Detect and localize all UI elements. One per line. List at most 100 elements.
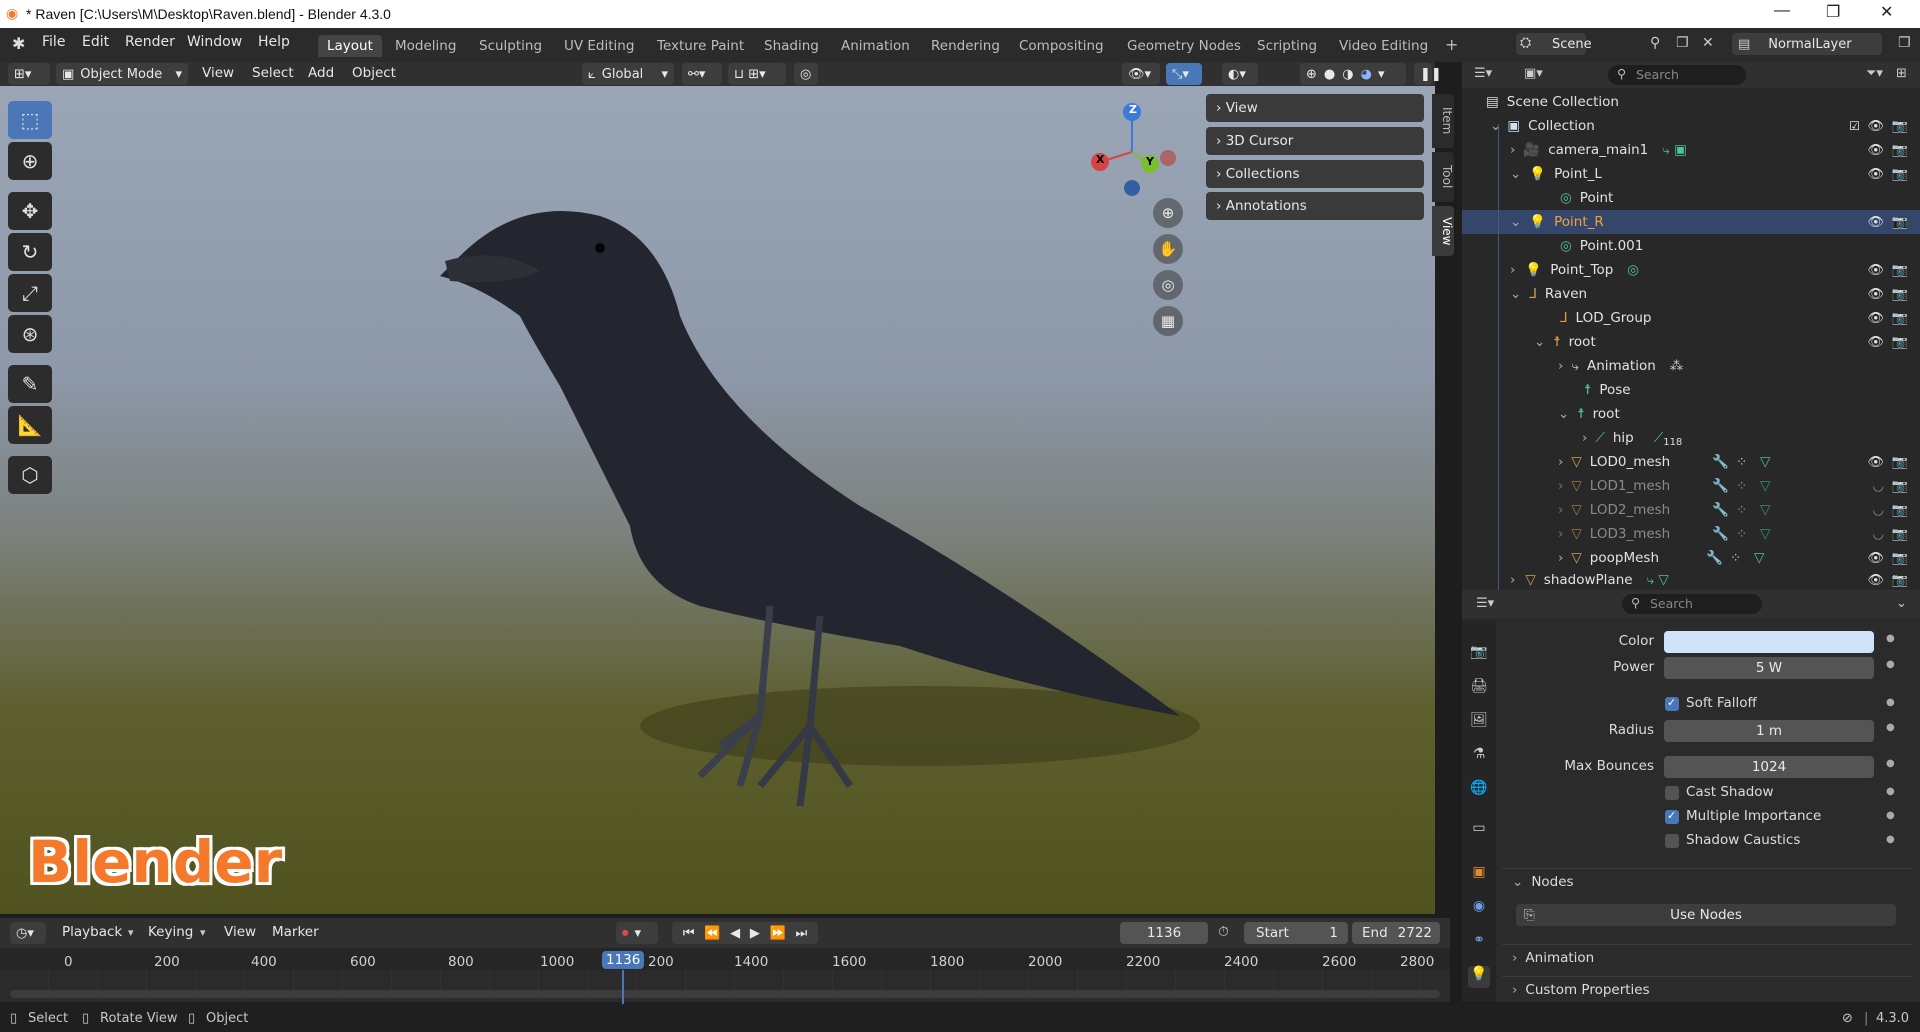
constraint-properties-icon[interactable]: ⚭: [1468, 932, 1490, 954]
add-workspace-button[interactable]: +: [1436, 32, 1467, 54]
properties-search-input[interactable]: ⚲ Search: [1622, 594, 1762, 614]
tab-layout[interactable]: Layout: [318, 35, 382, 57]
new-scene-icon[interactable]: ❐: [1676, 35, 1689, 51]
outliner-row-shadowplane[interactable]: › ▽ shadowPlane ⤷ ▽ 👁 📷: [1462, 570, 1920, 590]
eye-icon[interactable]: 👁: [1867, 455, 1884, 470]
keyframe-dot-icon[interactable]: ●: [1886, 697, 1895, 708]
auto-keying-button[interactable]: ⏺ ▾: [616, 922, 658, 944]
outliner-row-lod0[interactable]: › ▽ LOD0_mesh 🔧 ⁘ ▽ 👁 📷: [1462, 450, 1920, 474]
shadow-caustics-checkbox[interactable]: [1665, 834, 1679, 848]
scale-tool[interactable]: ⤢: [8, 274, 52, 312]
outliner-row-animation[interactable]: › ⤷ Animation ⁂: [1462, 354, 1920, 378]
keyframe-dot-icon[interactable]: ●: [1886, 633, 1895, 644]
eye-closed-icon[interactable]: ◡: [1873, 503, 1884, 518]
delete-scene-icon[interactable]: ✕: [1702, 35, 1714, 51]
visibility-button[interactable]: 👁▾: [1122, 63, 1160, 85]
keyframe-dot-icon[interactable]: ●: [1886, 659, 1895, 670]
view-layer-properties-icon[interactable]: 🖼: [1468, 712, 1490, 734]
nodes-panel-header[interactable]: ⌄ Nodes: [1502, 868, 1912, 894]
render-camera-icon[interactable]: 📷: [1892, 455, 1908, 470]
current-frame-field[interactable]: 1136: [1120, 922, 1208, 944]
stopwatch-icon[interactable]: ⏱: [1218, 924, 1229, 940]
playback-menu[interactable]: Playback: [62, 924, 122, 940]
tab-rendering[interactable]: Rendering: [922, 35, 1009, 57]
radius-field[interactable]: 1 m: [1664, 720, 1874, 742]
menu-add[interactable]: Add: [308, 65, 334, 81]
outliner-row-lod-group[interactable]: ⅃ LOD_Group 👁 📷: [1462, 306, 1920, 330]
outliner-row-lod1[interactable]: › ▽ LOD1_mesh 🔧 ⁘ ▽ ◡ 📷: [1462, 474, 1920, 498]
render-camera-off-icon[interactable]: 📷: [1892, 527, 1908, 542]
tab-shading[interactable]: Shading: [755, 35, 828, 57]
tab-texture-paint[interactable]: Texture Paint: [648, 35, 753, 57]
outliner-row-hip[interactable]: › ⟋ hip ⟋ 118: [1462, 426, 1920, 450]
outliner-row-poopmesh[interactable]: › ▽ poopMesh 🔧 ⁘ ▽ 👁 📷: [1462, 546, 1920, 570]
pivot-point-button[interactable]: ⚯▾: [682, 63, 722, 85]
keyframe-dot-icon[interactable]: ●: [1886, 810, 1895, 821]
soft-falloff-checkbox[interactable]: [1665, 696, 1679, 711]
jump-start-icon[interactable]: ⏮: [683, 926, 695, 941]
object-properties-icon[interactable]: ▣: [1468, 864, 1490, 886]
render-camera-icon[interactable]: 📷: [1892, 551, 1908, 566]
move-tool[interactable]: ✥: [8, 192, 52, 230]
output-properties-icon[interactable]: 🖨: [1468, 678, 1490, 700]
marker-menu[interactable]: Marker: [272, 924, 319, 940]
eye-closed-icon[interactable]: ◡: [1873, 479, 1884, 494]
outliner-row-collection[interactable]: ⌄ ▣ Collection ☑ 👁 📷: [1462, 114, 1920, 138]
render-camera-off-icon[interactable]: 📷: [1892, 503, 1908, 518]
annotate-tool[interactable]: ✎: [8, 365, 52, 403]
new-view-layer-icon[interactable]: ❐: [1898, 35, 1911, 51]
keying-menu[interactable]: Keying: [148, 924, 193, 940]
blender-menu-icon[interactable]: ✱: [12, 34, 25, 53]
rotate-tool[interactable]: ↻: [8, 233, 52, 271]
eye-icon[interactable]: 👁: [1867, 215, 1884, 230]
npanel-annotations[interactable]: › Annotations: [1206, 192, 1424, 220]
render-properties-icon[interactable]: 📷: [1468, 644, 1490, 666]
power-field[interactable]: 5 W: [1664, 657, 1874, 679]
proportional-edit-button[interactable]: ◎: [794, 63, 818, 85]
properties-editor-icon[interactable]: ☰▾: [1476, 596, 1494, 611]
eye-icon[interactable]: 👁: [1867, 551, 1884, 566]
npanel-view[interactable]: › View: [1206, 94, 1424, 122]
solid-shading-icon[interactable]: ●: [1324, 67, 1335, 82]
tab-video-editing[interactable]: Video Editing: [1330, 35, 1437, 57]
outliner-row-camera[interactable]: › 🎥 camera_main1 ⤷ ▣ 👁 📷: [1462, 138, 1920, 162]
render-camera-icon[interactable]: 📷: [1892, 287, 1908, 302]
transform-tool[interactable]: ⊛: [8, 315, 52, 353]
add-cube-tool[interactable]: ⬡: [8, 456, 52, 494]
wireframe-shading-icon[interactable]: ⊕: [1306, 67, 1317, 82]
jump-end-icon[interactable]: ⏭: [795, 926, 807, 941]
filter-icon[interactable]: ⏷▾: [1866, 66, 1883, 81]
collection-properties-icon[interactable]: ▭: [1468, 820, 1490, 842]
tab-uv-editing[interactable]: UV Editing: [555, 35, 643, 57]
eye-icon[interactable]: 👁: [1867, 119, 1884, 134]
render-camera-icon[interactable]: 📷: [1892, 215, 1908, 230]
tab-sculpting[interactable]: Sculpting: [470, 35, 551, 57]
tab-compositing[interactable]: Compositing: [1010, 35, 1113, 57]
sidetab-item[interactable]: Item: [1432, 94, 1454, 148]
eye-icon[interactable]: 👁: [1867, 263, 1884, 278]
menu-object[interactable]: Object: [352, 65, 396, 81]
minimize-button[interactable]: —: [1774, 2, 1790, 20]
pan-hand-icon[interactable]: ✋: [1153, 234, 1183, 264]
material-shading-icon[interactable]: ◑: [1342, 67, 1353, 82]
eye-closed-icon[interactable]: ◡: [1873, 527, 1884, 542]
outliner-scene-collection[interactable]: ▤ Scene Collection: [1462, 90, 1920, 114]
eye-icon[interactable]: 👁: [1867, 287, 1884, 302]
custom-properties-panel-header[interactable]: › Custom Properties: [1502, 976, 1912, 1002]
use-nodes-button[interactable]: ⎘ Use Nodes: [1516, 904, 1896, 926]
tab-modeling[interactable]: Modeling: [386, 35, 465, 57]
timeline-view-menu[interactable]: View: [224, 924, 256, 940]
outliner-editor-icon[interactable]: ☰▾: [1474, 66, 1492, 81]
play-reverse-icon[interactable]: ◀: [730, 926, 740, 941]
maximize-button[interactable]: ❐: [1826, 2, 1840, 22]
render-camera-icon[interactable]: 📷: [1892, 143, 1908, 158]
menu-edit[interactable]: Edit: [82, 34, 109, 50]
outliner-row-pose[interactable]: ☨ Pose: [1462, 378, 1920, 402]
rendered-shading-icon[interactable]: ◕: [1361, 67, 1372, 82]
play-icon[interactable]: ▶: [750, 926, 760, 941]
tab-scripting[interactable]: Scripting: [1248, 35, 1326, 57]
outliner-row-raven[interactable]: ⌄ ⅃ Raven 👁 📷: [1462, 282, 1920, 306]
max-bounces-field[interactable]: 1024: [1664, 756, 1874, 778]
editor-type-button[interactable]: ⊞▾: [8, 63, 50, 85]
tab-geometry-nodes[interactable]: Geometry Nodes: [1118, 35, 1250, 57]
